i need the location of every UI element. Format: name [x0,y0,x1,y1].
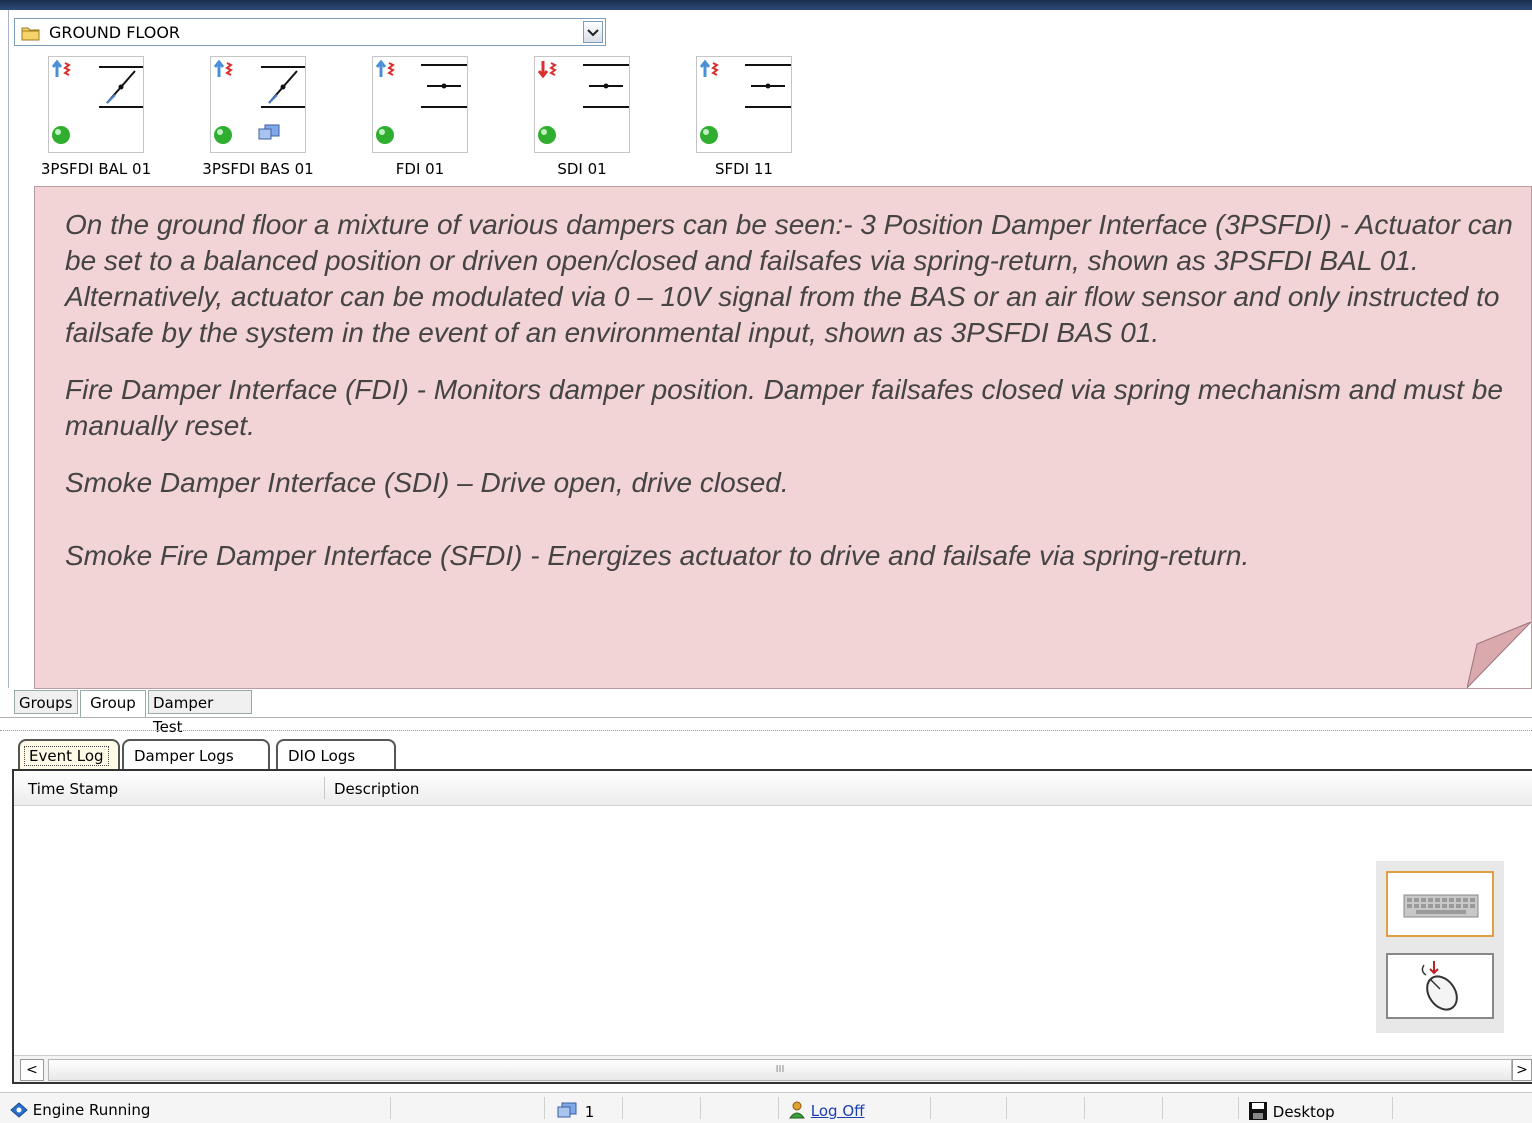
engine-status-text: Engine Running [32,1101,151,1119]
connection-count: 1 [556,1101,594,1121]
device-label: 3PSFDI BAS 01 [202,160,314,178]
damper-symbol-icon [583,64,629,108]
scroll-left-button[interactable]: < [20,1059,44,1081]
note-text: On the ground floor a mixture of various… [65,207,1515,595]
damper-symbol-icon [421,64,467,108]
keyboard-icon [1403,894,1479,918]
divider [930,1097,931,1119]
floor-selector-value: GROUND FLOOR [49,23,181,42]
damper-device-tile[interactable] [534,56,630,153]
divider [1162,1097,1163,1119]
input-tool-panel [1376,861,1504,1033]
scroll-thumb[interactable]: III [48,1059,1512,1081]
window-top-bar [0,0,1532,10]
divider [544,1097,545,1119]
status-ok-icon [538,126,556,144]
tab-damper-test[interactable]: Damper Test [148,690,252,736]
save-disk-icon [1249,1102,1267,1120]
arrow-up-icon [51,59,71,77]
note-paragraph: Smoke Fire Damper Interface (SFDI) - Ene… [65,540,1250,571]
status-ok-icon [376,126,394,144]
note-paragraph: Smoke Damper Interface (SDI) – Drive ope… [65,467,789,498]
divider [778,1097,779,1119]
divider [622,1097,623,1119]
divider [0,717,1532,718]
page-fold-icon [1467,622,1531,688]
splitter[interactable] [0,730,1532,734]
connection-count-text: 1 [584,1103,595,1121]
damper-symbol-icon [99,66,143,108]
status-ok-icon [52,126,70,144]
logoff-link[interactable]: Log Off [811,1102,865,1120]
divider [1238,1097,1239,1119]
note-paragraph: On the ground floor a mixture of various… [65,209,1513,348]
tab-label: Damper Logs [134,747,234,765]
note-paragraph: Fire Damper Interface (FDI) - Monitors d… [65,374,1503,441]
engine-status: Engine Running [10,1101,150,1119]
damper-symbol-icon [261,66,305,108]
damper-device-tile[interactable] [372,56,468,153]
status-ok-icon [214,126,232,144]
chevron-down-icon[interactable] [583,21,603,43]
monitor-icon [258,124,280,140]
mode-indicator: Desktop [1248,1101,1335,1121]
arrow-up-icon [375,59,395,77]
scroll-right-button[interactable]: > [1512,1059,1532,1081]
mouse-button[interactable] [1386,953,1494,1019]
logoff-area[interactable]: Log Off [788,1101,864,1120]
mouse-icon [1421,961,1458,1011]
divider [1006,1097,1007,1119]
tab-label: Event Log [24,746,109,766]
tab-event-log[interactable]: Event Log [18,739,120,769]
device-label: SFDI 11 [715,160,773,178]
divider [390,1097,391,1119]
floor-selector[interactable]: GROUND FLOOR [14,18,606,46]
horizontal-scrollbar[interactable]: < III > [14,1055,1532,1082]
damper-device-tile[interactable] [696,56,792,153]
damper-device-tile[interactable] [210,56,306,153]
tab-groups[interactable]: Groups [14,690,78,714]
column-header-description[interactable]: Description [334,780,419,798]
monitor-icon [557,1102,577,1118]
tab-group[interactable]: Group [80,690,146,717]
user-icon [789,1101,805,1119]
status-bar: Engine Running 1 Log Off Desktop [0,1092,1532,1123]
column-divider[interactable] [324,777,325,799]
keyboard-button[interactable] [1386,871,1494,937]
damper-symbol-icon [745,64,791,108]
event-log-table: Time Stamp Description < III > [12,769,1532,1084]
divider [1084,1097,1085,1119]
column-header-time-stamp[interactable]: Time Stamp [28,780,118,798]
tab-damper-logs[interactable]: Damper Logs [122,739,270,769]
mode-text: Desktop [1272,1103,1335,1121]
table-header: Time Stamp Description [14,771,1532,806]
device-label: 3PSFDI BAL 01 [40,160,152,178]
annotation-note: On the ground floor a mixture of various… [34,186,1532,689]
divider [1392,1097,1393,1119]
arrow-down-icon [537,61,557,79]
status-ok-icon [700,126,718,144]
damper-device-tile[interactable] [48,56,144,153]
engine-icon [10,1102,28,1118]
tab-dio-logs[interactable]: DIO Logs [276,739,396,769]
tab-label: DIO Logs [288,747,356,765]
divider [700,1097,701,1119]
arrow-up-icon [699,59,719,77]
device-label: SDI 01 [557,160,607,178]
device-label: FDI 01 [395,160,445,178]
arrow-up-icon [213,59,233,77]
folder-icon [21,25,41,45]
